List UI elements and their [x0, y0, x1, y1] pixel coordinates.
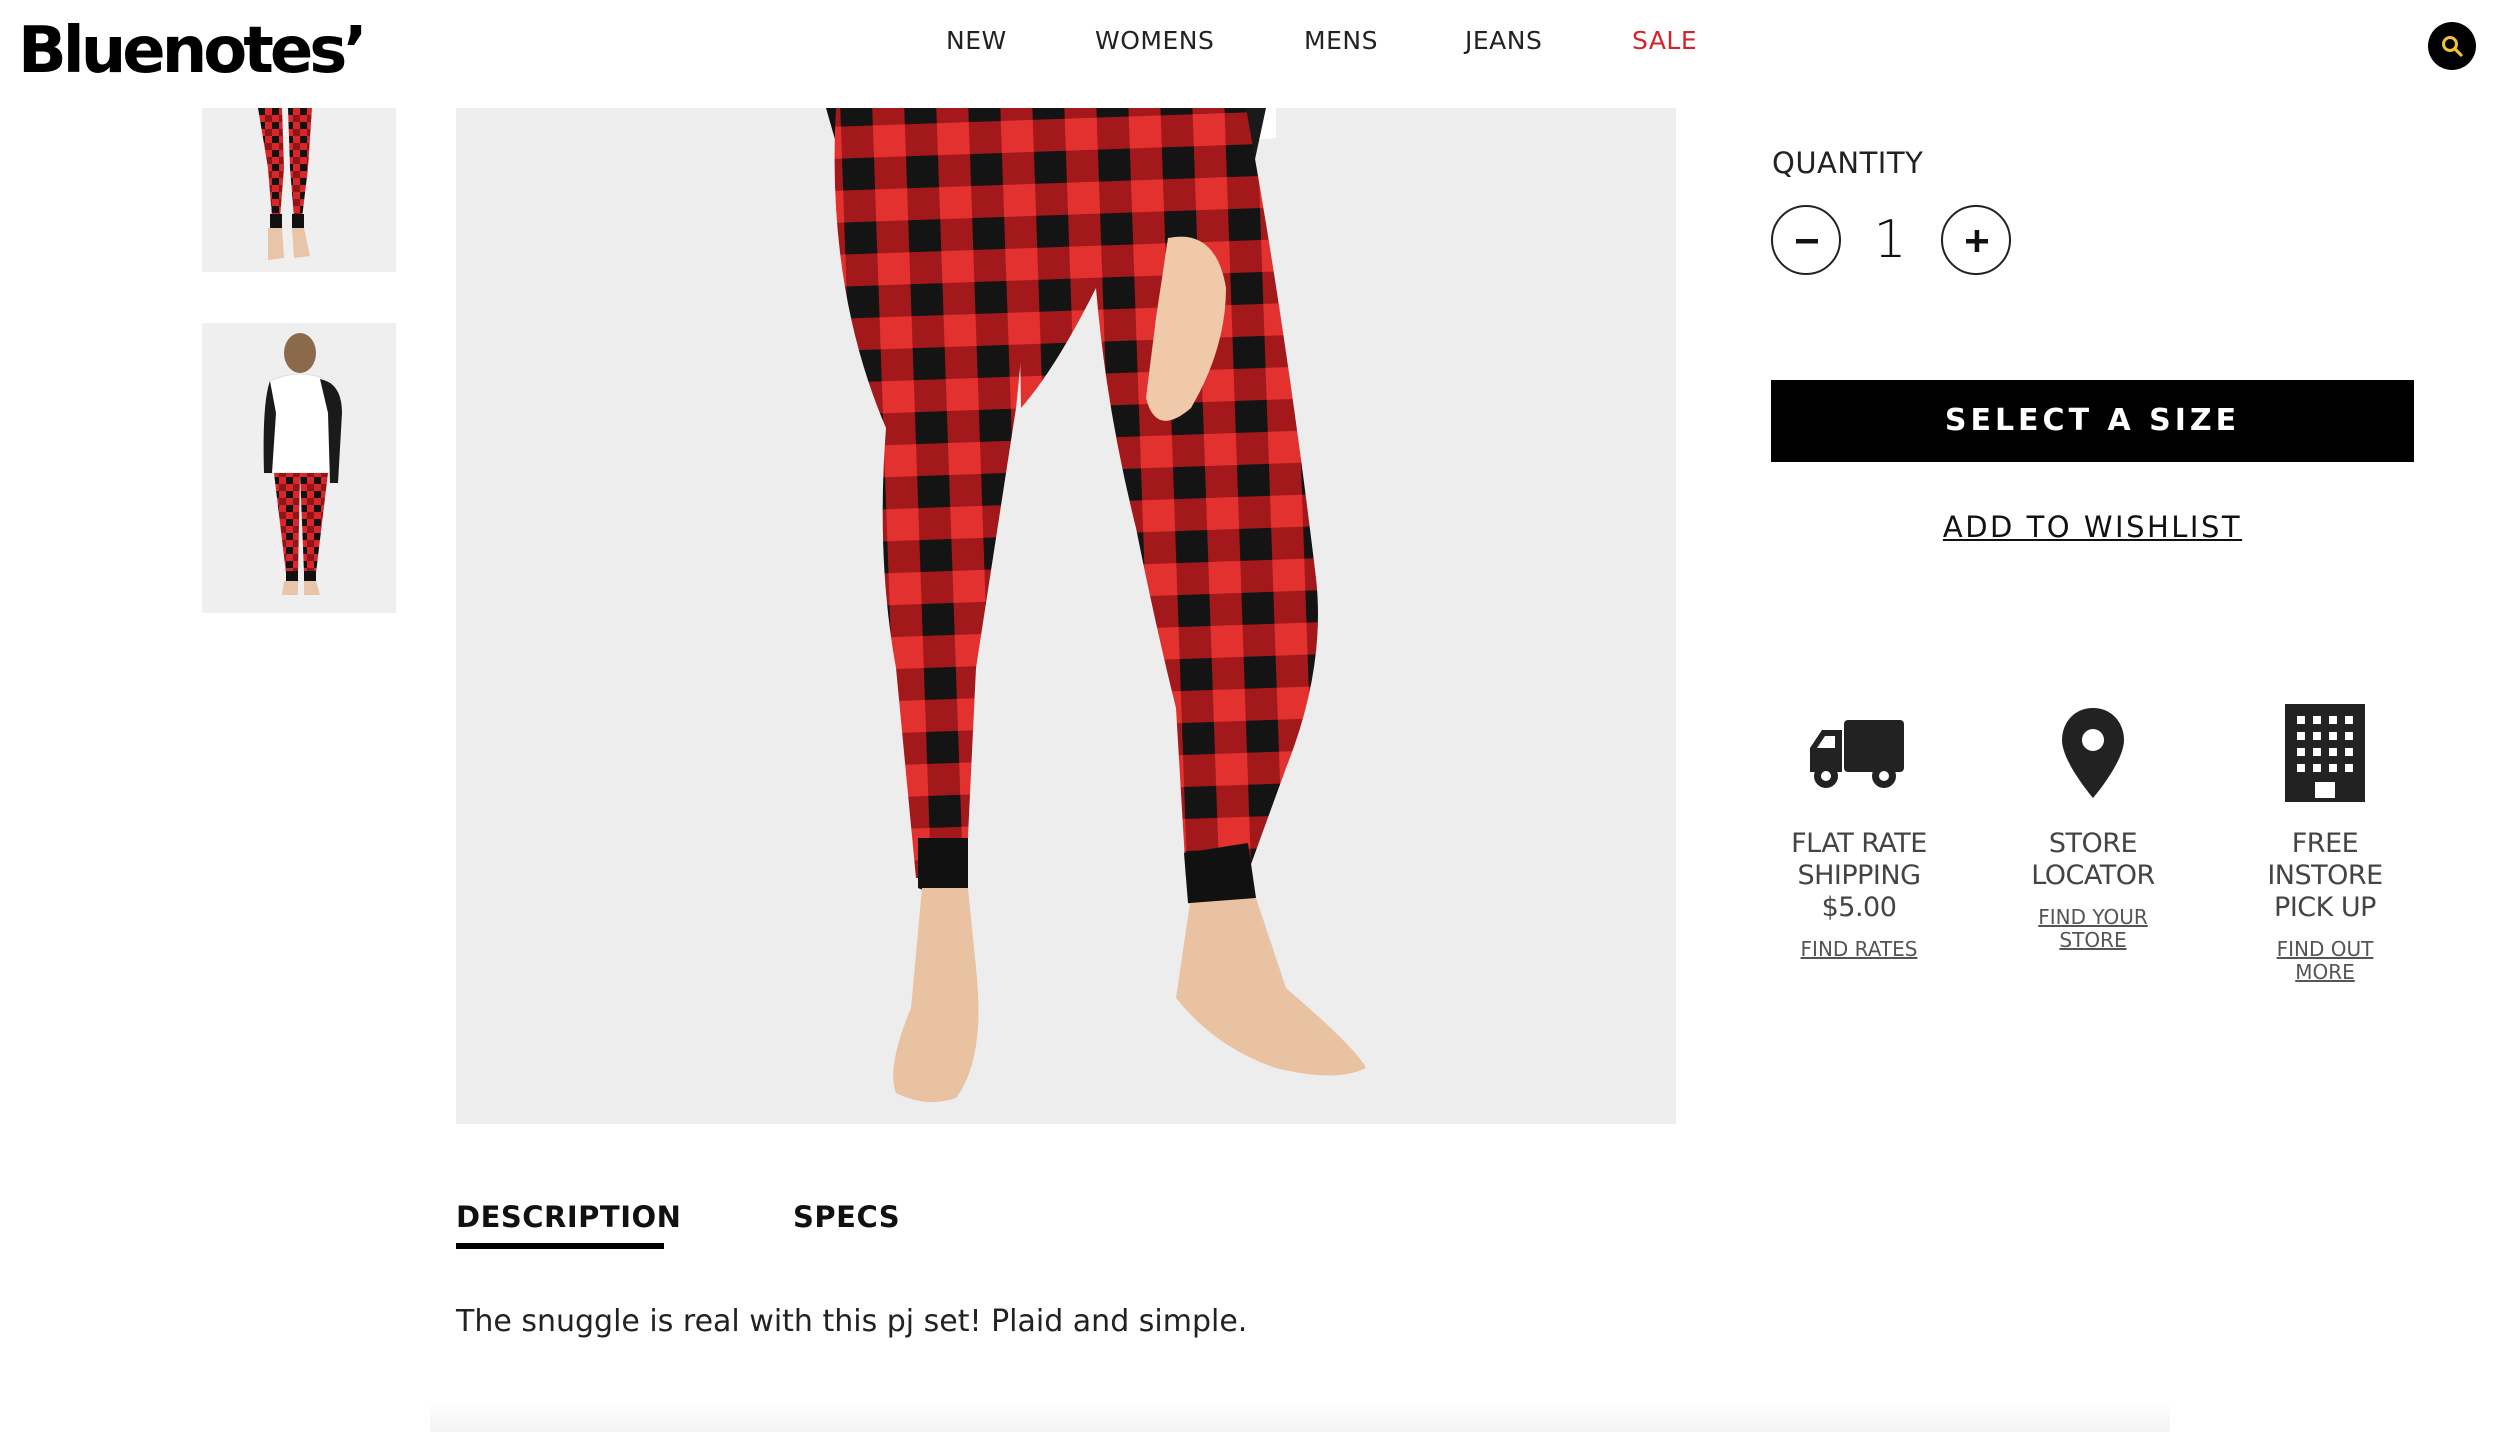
product-description: The snuggle is real with this pj set! Pl…: [456, 1304, 1248, 1339]
nav-new[interactable]: NEW: [946, 26, 1007, 55]
feature-title-line: FLAT RATE: [1791, 828, 1927, 859]
feature-free-instore-pickup: FREE INSTORE PICK UP FIND OUT MORE: [2225, 700, 2425, 984]
site-header: Bluenotes’ NEW WOMENS MENS JEANS SALE: [0, 0, 2500, 108]
thumbnail-image: [263, 333, 342, 595]
feature-store-locator: STORE LOCATOR FIND YOUR STORE: [1993, 700, 2193, 952]
thumbnail-image: [258, 108, 312, 260]
thumbnail-pants-front[interactable]: [202, 108, 396, 272]
feature-title-line: SHIPPING: [1797, 860, 1921, 891]
find-out-more-link[interactable]: FIND OUT MORE: [2225, 938, 2425, 984]
location-pin-icon: [2062, 708, 2124, 798]
feature-link-line[interactable]: STORE: [1993, 929, 2193, 952]
tab-description[interactable]: DESCRIPTION: [456, 1200, 681, 1234]
bluenotes-logo[interactable]: Bluenotes’: [18, 14, 368, 88]
select-size-button[interactable]: SELECT A SIZE: [1771, 380, 2414, 462]
tab-specs[interactable]: SPECS: [793, 1200, 900, 1234]
find-rates-link[interactable]: FIND RATES: [1759, 938, 1959, 961]
minus-icon: [1796, 239, 1818, 244]
feature-link-line[interactable]: FIND OUT: [2225, 938, 2425, 961]
quantity-label: QUANTITY: [1772, 146, 1924, 180]
search-icon: [2442, 36, 2463, 57]
feature-title-line: STORE: [2048, 828, 2138, 859]
feature-link-line[interactable]: FIND RATES: [1759, 938, 1959, 961]
truck-icon: [1810, 720, 1904, 788]
section-divider: [430, 1400, 2170, 1432]
nav-sale[interactable]: SALE: [1632, 26, 1697, 55]
quantity-increase-button[interactable]: [1941, 205, 2011, 275]
feature-link-line[interactable]: FIND YOUR: [1993, 906, 2193, 929]
feature-title-line: LOCATOR: [2031, 860, 2155, 891]
nav-mens[interactable]: MENS: [1304, 26, 1378, 55]
plus-icon: [1966, 230, 1988, 252]
product-photo: [826, 108, 1366, 1102]
feature-title-line: FREE: [2291, 828, 2359, 859]
search-button[interactable]: [2428, 22, 2476, 70]
feature-title-line: $5.00: [1821, 892, 1897, 923]
find-your-store-link[interactable]: FIND YOUR STORE: [1993, 906, 2193, 952]
add-to-wishlist-link[interactable]: ADD TO WISHLIST: [1771, 510, 2414, 544]
nav-jeans[interactable]: JEANS: [1465, 26, 1542, 55]
active-tab-indicator: [456, 1243, 664, 1249]
quantity-decrease-button[interactable]: [1771, 205, 1841, 275]
nav-womens[interactable]: WOMENS: [1095, 26, 1214, 55]
feature-title-line: INSTORE: [2267, 860, 2383, 891]
thumbnail-back-view[interactable]: [202, 323, 396, 613]
building-icon: [2285, 704, 2365, 802]
feature-link-line[interactable]: MORE: [2225, 961, 2425, 984]
main-product-image[interactable]: [456, 108, 1676, 1124]
feature-flat-rate-shipping: FLAT RATE SHIPPING $5.00 FIND RATES: [1759, 700, 1959, 961]
feature-title-line: PICK UP: [2274, 892, 2376, 923]
quantity-value[interactable]: 1: [1860, 205, 1920, 275]
